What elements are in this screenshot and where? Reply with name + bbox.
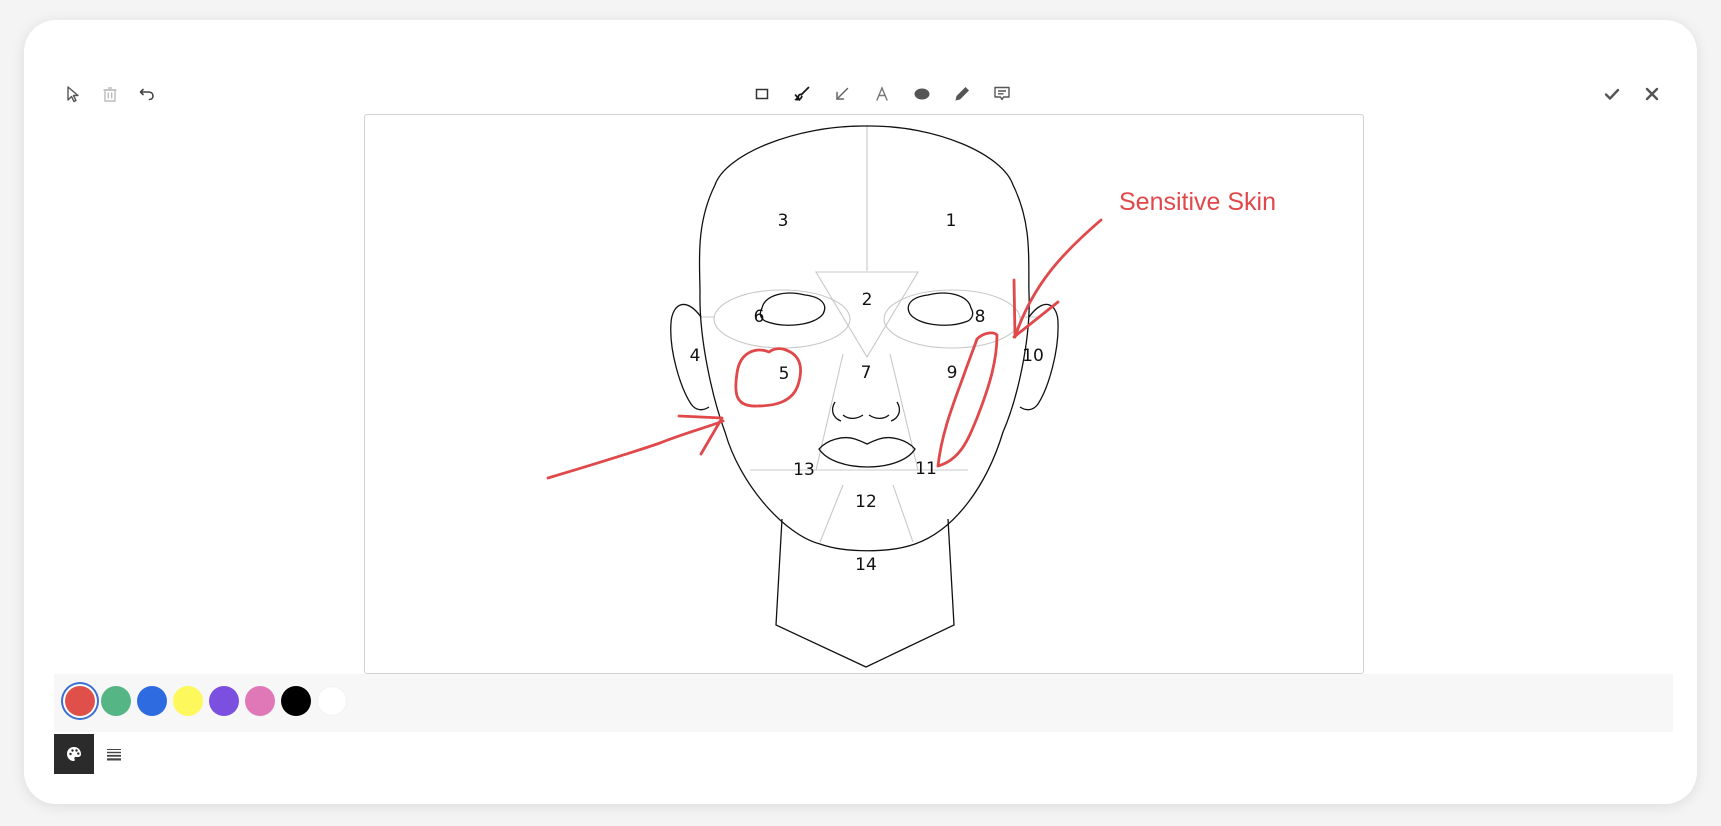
annotation-strokes	[546, 218, 1103, 480]
annotation-label-sensitive-skin[interactable]: Sensitive Skin	[1119, 188, 1276, 216]
region-label-3: 3	[778, 211, 789, 231]
swatch-green[interactable]	[101, 686, 131, 716]
region-label-4: 4	[690, 346, 701, 366]
arrow-tool[interactable]	[825, 77, 859, 111]
tab-colors[interactable]	[54, 734, 94, 774]
region-label-12: 12	[855, 492, 877, 512]
swatch-pink[interactable]	[245, 686, 275, 716]
region-label-8: 8	[975, 307, 986, 327]
color-palette	[54, 674, 1673, 732]
swatch-yellow[interactable]	[173, 686, 203, 716]
region-label-6: 6	[754, 307, 765, 327]
trash-icon	[103, 87, 117, 102]
region-label-14: 14	[855, 555, 877, 575]
region-label-13: 13	[793, 460, 815, 480]
select-tool[interactable]	[56, 77, 90, 111]
palette-icon	[67, 747, 81, 761]
checkmark-icon	[1604, 88, 1620, 100]
pen-icon	[955, 87, 969, 101]
annotation-editor-dialog: 3 1 2 6 8 4 5 7 9 10 13 11 12 14 Sensiti…	[24, 20, 1697, 804]
region-label-1: 1	[946, 211, 957, 231]
ellipse-filled-icon	[914, 88, 930, 100]
swatch-black[interactable]	[281, 686, 311, 716]
region-label-11: 11	[915, 459, 937, 479]
text-tool[interactable]	[865, 77, 899, 111]
editor-toolbar	[24, 72, 1697, 116]
swatch-purple[interactable]	[209, 686, 239, 716]
arrow-down-left-icon	[836, 87, 849, 100]
swatch-white[interactable]	[317, 686, 347, 716]
delete-tool[interactable]	[93, 77, 127, 111]
drawing-canvas[interactable]: 3 1 2 6 8 4 5 7 9 10 13 11 12 14 Sensiti…	[364, 114, 1364, 674]
confirm-button[interactable]	[1595, 77, 1629, 111]
close-button[interactable]	[1635, 77, 1669, 111]
comment-icon	[994, 86, 1010, 101]
rectangle-icon	[755, 88, 769, 100]
close-icon	[1645, 87, 1659, 101]
undo-tool[interactable]	[130, 77, 164, 111]
cursor-arrow-icon	[67, 86, 79, 103]
region-label-5: 5	[779, 364, 790, 384]
region-label-9: 9	[947, 363, 958, 383]
brush-tool[interactable]	[785, 77, 819, 111]
face-diagram: 3 1 2 6 8 4 5 7 9 10 13 11 12 14 Sensiti…	[546, 125, 1276, 668]
comment-tool[interactable]	[985, 77, 1019, 111]
tab-line-width[interactable]	[94, 734, 134, 774]
ellipse-tool[interactable]	[905, 77, 939, 111]
swatch-blue[interactable]	[137, 686, 167, 716]
brush-icon	[794, 86, 810, 101]
region-label-10: 10	[1022, 346, 1044, 366]
swatch-red[interactable]	[65, 686, 95, 716]
lines-icon	[107, 749, 121, 761]
face-outline	[670, 125, 1059, 668]
undo-icon	[139, 88, 154, 101]
rectangle-tool[interactable]	[745, 77, 779, 111]
region-label-2: 2	[862, 290, 873, 310]
pen-tool[interactable]	[945, 77, 979, 111]
text-a-icon	[876, 86, 888, 101]
region-label-7: 7	[861, 363, 872, 383]
